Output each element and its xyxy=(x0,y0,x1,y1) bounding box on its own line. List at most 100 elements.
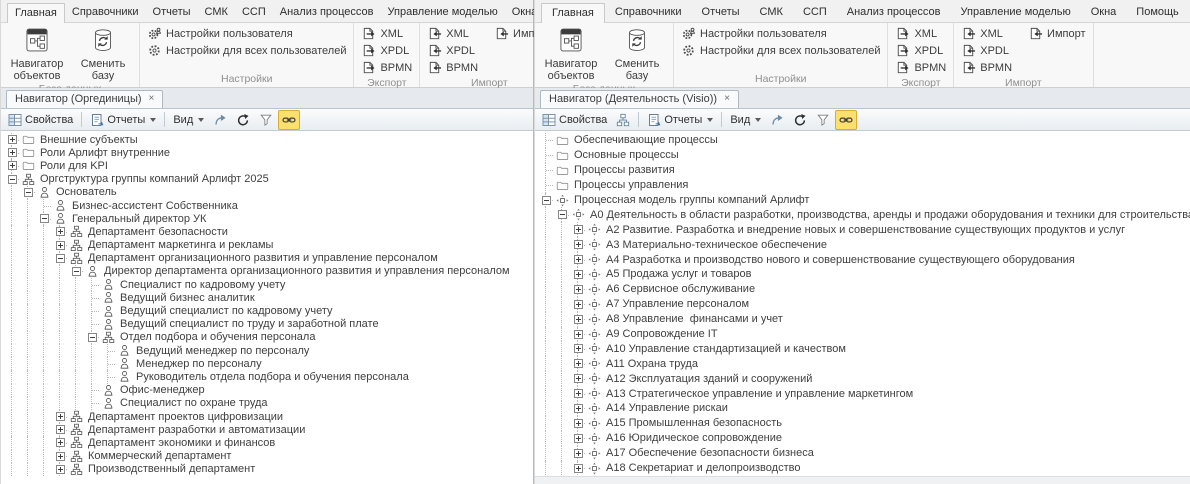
tree-item[interactable]: Обеспечивающие процессы xyxy=(538,133,1190,148)
tree-expander[interactable] xyxy=(8,148,17,157)
goto-button[interactable] xyxy=(766,111,788,129)
tree-item[interactable]: А18 Секретариат и делопроизводство xyxy=(538,461,1190,476)
tree-item[interactable]: Коммерческий департамент xyxy=(4,450,533,463)
ribbon-button[interactable]: XPDL xyxy=(893,42,948,59)
ribbon-button[interactable]: Настройки для всех пользователей xyxy=(679,42,882,59)
tree-expander[interactable] xyxy=(56,254,65,263)
tree-item[interactable]: Департамент экономики и финансов xyxy=(4,436,533,449)
view-button[interactable]: Вид xyxy=(726,112,765,128)
ribbon-button[interactable]: XML xyxy=(893,25,948,42)
tree-item[interactable]: А2 Развитие. Разработка и внедрение новы… xyxy=(538,222,1190,237)
ribbon-button[interactable]: XPDL xyxy=(359,42,414,59)
tree-item[interactable]: Ведущий бизнес аналитик xyxy=(4,291,533,304)
ribbon-tab[interactable]: СМК xyxy=(198,2,235,22)
hierarchy-view-button[interactable] xyxy=(612,111,634,129)
tree-item[interactable]: А7 Управление персоналом xyxy=(538,297,1190,312)
tree-expander[interactable] xyxy=(574,434,583,443)
tree-expander[interactable] xyxy=(574,330,583,339)
horizontal-scrollbar[interactable] xyxy=(535,476,1190,484)
ribbon-button[interactable]: XPDL xyxy=(425,42,480,59)
tree-item[interactable]: Процессы развития xyxy=(538,163,1190,178)
ribbon-tab[interactable]: Помощь xyxy=(1126,2,1189,22)
close-icon[interactable]: × xyxy=(724,94,730,104)
ribbon-tab[interactable]: Справочники xyxy=(605,2,692,22)
tree-item[interactable]: А17 Обеспечение безопасности бизнеса xyxy=(538,446,1190,461)
tree-expander[interactable] xyxy=(574,285,583,294)
ribbon-tab[interactable]: Главная xyxy=(7,3,65,23)
ribbon-button[interactable]: XML xyxy=(359,25,414,42)
ribbon-tab[interactable]: Отчеты xyxy=(146,2,198,22)
close-icon[interactable]: × xyxy=(149,94,155,104)
tree-expander[interactable] xyxy=(574,225,583,234)
tree-expander[interactable] xyxy=(574,270,583,279)
tree-item[interactable]: А3 Материально-техническое обеспечение xyxy=(538,237,1190,252)
ribbon-tab[interactable]: ССП xyxy=(235,2,273,22)
ribbon-tab[interactable]: ССП xyxy=(793,2,837,22)
tree-item[interactable]: Департамент безопасности xyxy=(4,225,533,238)
ribbon-tab[interactable]: Главная xyxy=(541,3,605,23)
tree-item[interactable]: Директор департамента организационного р… xyxy=(4,265,533,278)
tree-expander[interactable] xyxy=(574,464,583,473)
tree-item[interactable]: Оргструктура группы компаний Арлифт 2025 xyxy=(4,173,533,186)
tree-item[interactable]: А6 Сервисное обслуживание xyxy=(538,282,1190,297)
tree-expander[interactable] xyxy=(574,359,583,368)
tree-item[interactable]: Отдел подбора и обучения персонала xyxy=(4,331,533,344)
tree-item[interactable]: Менеджер по персоналу xyxy=(4,357,533,370)
tree-item[interactable]: Департамент разработки и автоматизации xyxy=(4,423,533,436)
tree-item[interactable]: А0 Деятельность в области разработки, пр… xyxy=(538,207,1190,222)
tree-item[interactable]: А12 Эксплуатация зданий и сооружений xyxy=(538,371,1190,386)
ribbon-big-button[interactable]: Навигатор объектов xyxy=(6,25,68,82)
tree-item[interactable]: Роли для KPI xyxy=(4,159,533,172)
ribbon-button[interactable]: Настройки пользователя xyxy=(679,25,882,42)
filter-button[interactable] xyxy=(812,111,834,129)
tree-item[interactable]: Руководитель отдела подбора и обучения п… xyxy=(4,370,533,383)
ribbon-button[interactable]: Настройки пользователя xyxy=(145,25,348,42)
goto-button[interactable] xyxy=(209,111,231,129)
tree-expander[interactable] xyxy=(574,404,583,413)
tree-expander[interactable] xyxy=(24,188,33,197)
tree-item[interactable]: Ведущий менеджер по персоналу xyxy=(4,344,533,357)
tree-expander[interactable] xyxy=(574,389,583,398)
tree-item[interactable]: А10 Управление стандартизацией и качеств… xyxy=(538,341,1190,356)
tree-expander[interactable] xyxy=(574,300,583,309)
tree-item[interactable]: Роли Арлифт внутренние xyxy=(4,146,533,159)
ribbon-button[interactable]: BPMN xyxy=(425,59,480,76)
tree-expander[interactable] xyxy=(40,214,49,223)
tree-item[interactable]: Офис-менеджер xyxy=(4,384,533,397)
ribbon-button[interactable]: XML xyxy=(959,25,1014,42)
tree-expander[interactable] xyxy=(574,449,583,458)
ribbon-tab[interactable]: Управление моделью xyxy=(951,2,1081,22)
tree-item[interactable]: Специалист по охране труда xyxy=(4,397,533,410)
tree-item[interactable]: А8 Управление финансами и учет xyxy=(538,312,1190,327)
tree-item[interactable]: Процессная модель группы компаний Арлифт xyxy=(538,193,1190,208)
ribbon-big-button[interactable]: Сменить базу xyxy=(72,25,134,82)
document-tab-orgunits[interactable]: Навигатор (Оргединицы) × xyxy=(6,90,163,108)
tree-item[interactable]: Генеральный директор УК xyxy=(4,212,533,225)
filter-button[interactable] xyxy=(255,111,277,129)
ribbon-button[interactable]: BPMN xyxy=(359,59,414,76)
tree-expander[interactable] xyxy=(574,255,583,264)
tree-expander[interactable] xyxy=(8,135,17,144)
ribbon-tab[interactable]: Управление моделью xyxy=(381,2,505,22)
ribbon-button[interactable]: BPMN xyxy=(893,59,948,76)
ribbon-tab[interactable]: Анализ процессов xyxy=(837,2,951,22)
ribbon-button[interactable]: BPMN xyxy=(959,59,1014,76)
view-button[interactable]: Вид xyxy=(169,112,208,128)
tree-item[interactable]: А5 Продажа услуг и товаров xyxy=(538,267,1190,282)
tree-expander[interactable] xyxy=(56,425,65,434)
document-tab-activity[interactable]: Навигатор (Деятельность (Visio)) × xyxy=(540,90,739,108)
tree-item[interactable]: Внешние субъекты xyxy=(4,133,533,146)
tree-expander[interactable] xyxy=(56,465,65,474)
tree-expander[interactable] xyxy=(574,344,583,353)
properties-button[interactable]: Свойства xyxy=(538,111,611,129)
reports-button[interactable]: Отчеты xyxy=(643,111,717,129)
tree-item[interactable]: Специалист по кадровому учету xyxy=(4,278,533,291)
reports-button[interactable]: Отчеты xyxy=(86,111,160,129)
tree-item[interactable]: А4 Разработка и производство нового и со… xyxy=(538,252,1190,267)
tree-expander[interactable] xyxy=(574,315,583,324)
ribbon-button[interactable]: Настройки для всех пользователей xyxy=(145,42,348,59)
tree-item[interactable]: Департамент маркетинга и рекламы xyxy=(4,239,533,252)
tree-item[interactable]: Ведущий специалист по кадровому учету xyxy=(4,304,533,317)
tree-item[interactable]: А9 Сопровождение IT xyxy=(538,327,1190,342)
tree-expander[interactable] xyxy=(574,240,583,249)
